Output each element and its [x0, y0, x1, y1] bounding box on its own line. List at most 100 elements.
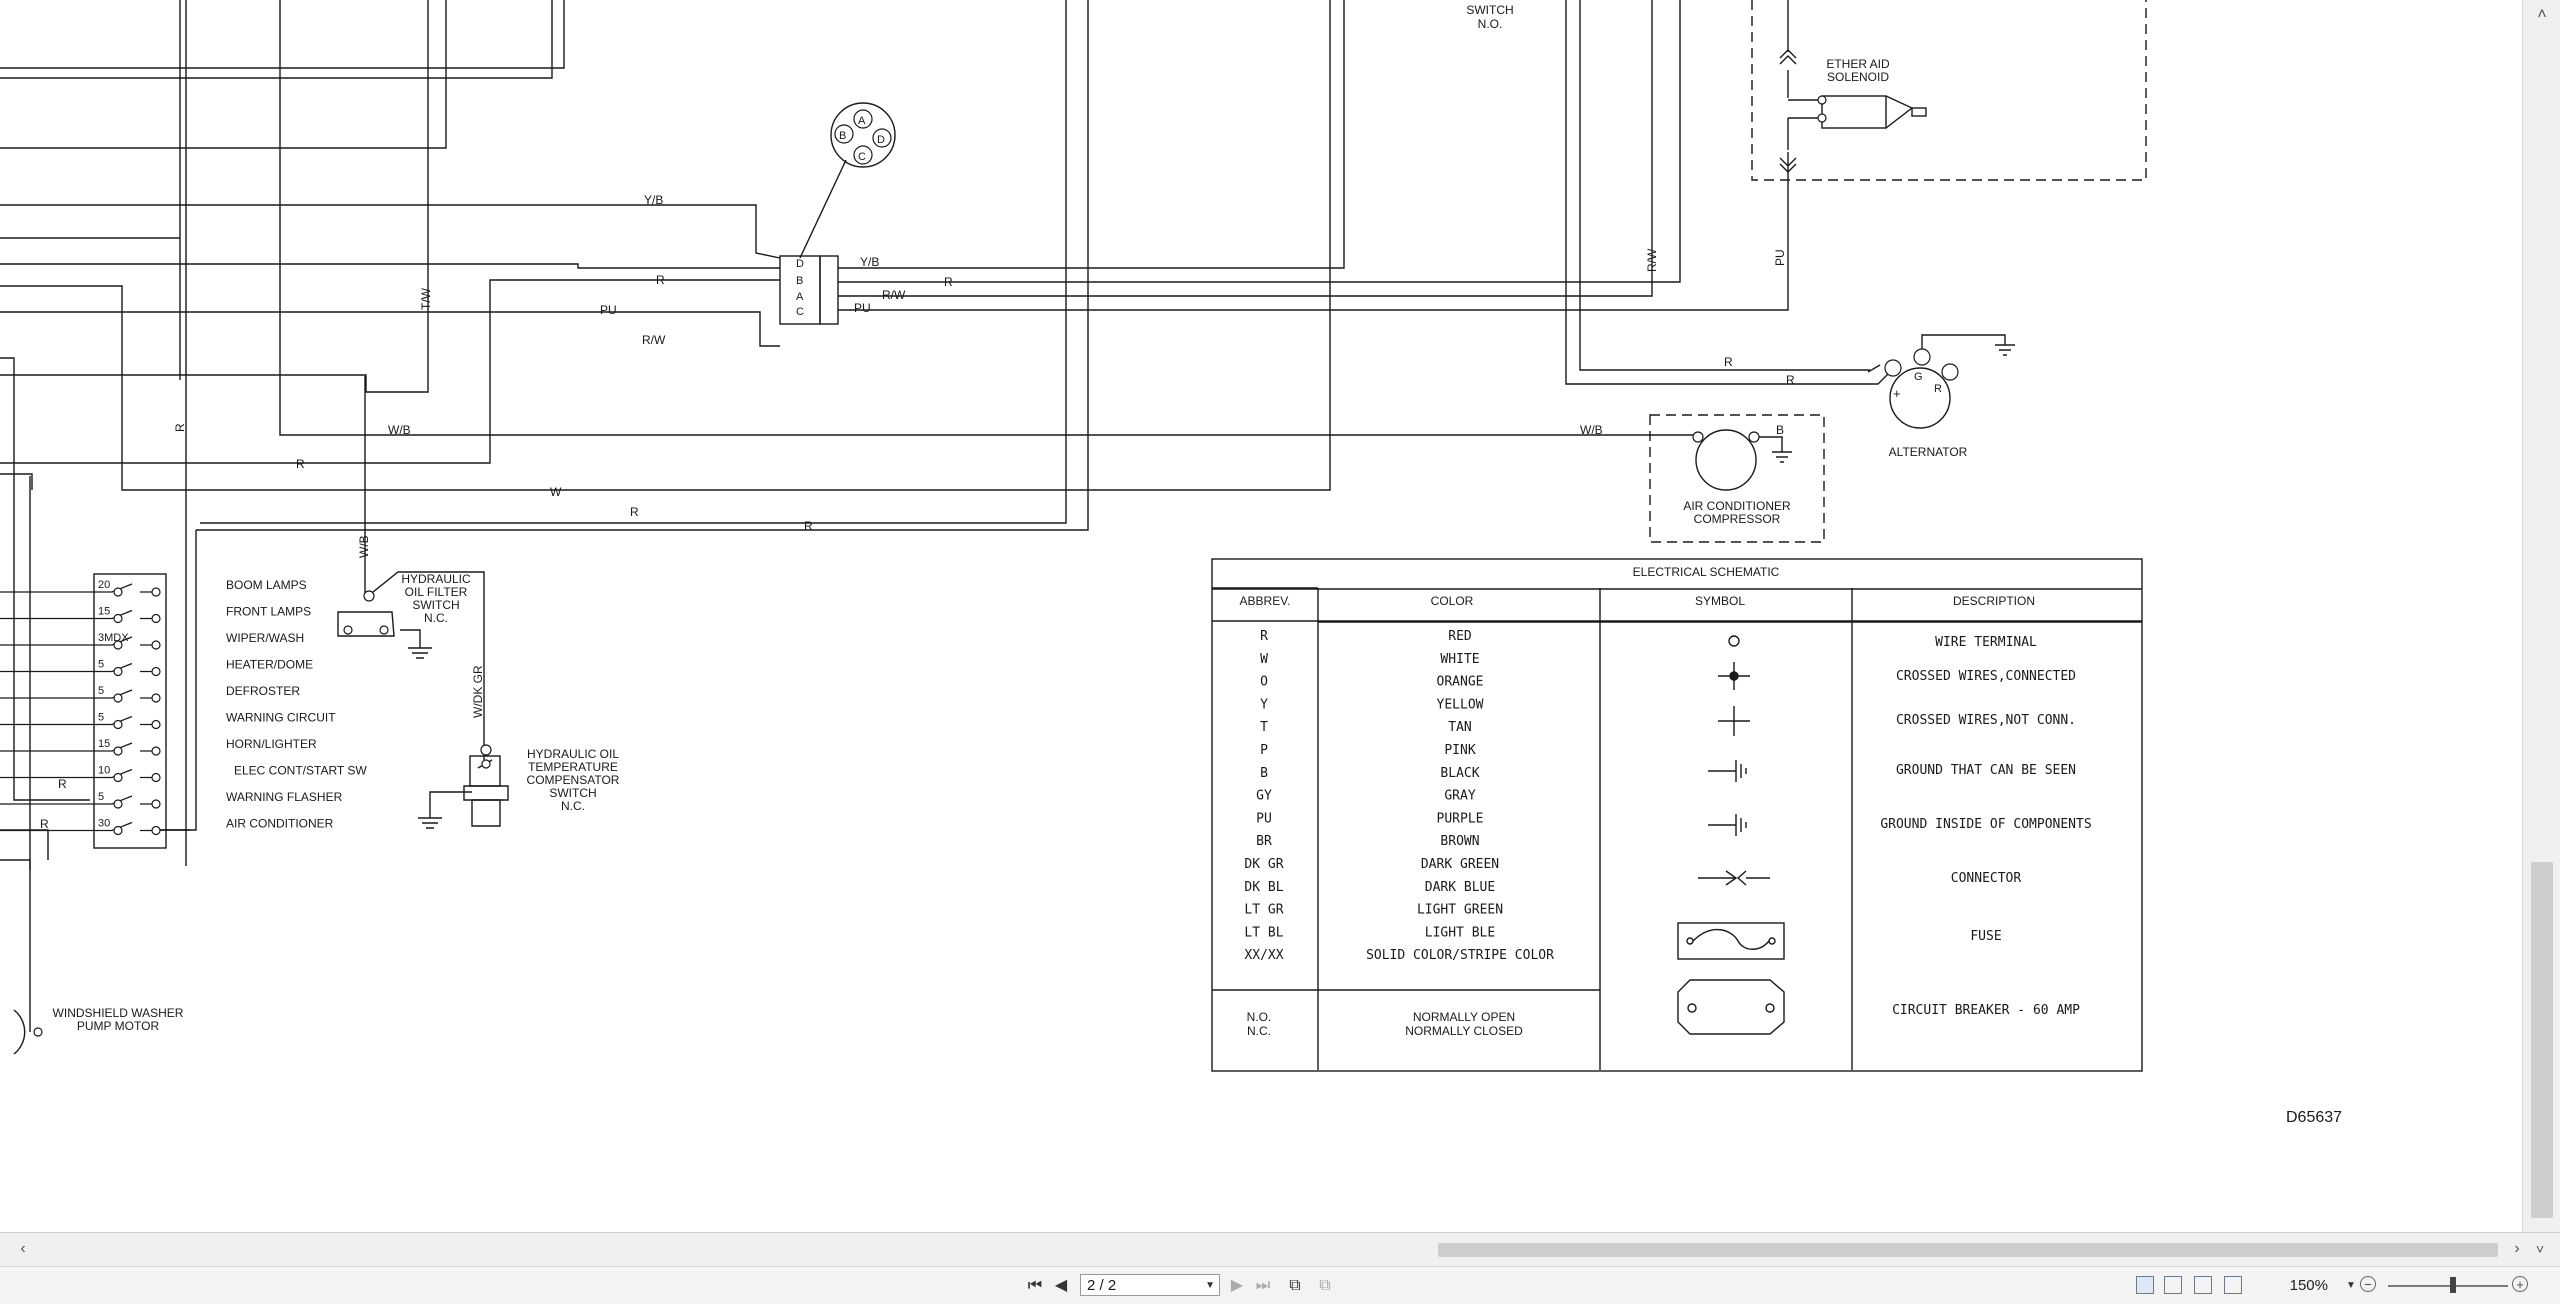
hyd-temp-label: N.C. — [561, 799, 585, 813]
wire-label: B — [1776, 423, 1784, 437]
fuse-name: ELEC CONT/START SW — [234, 764, 367, 778]
wire-label: R — [296, 457, 305, 471]
round-connector-pin: B — [839, 130, 846, 142]
wire-label: R — [656, 273, 665, 287]
fuse-terminal — [151, 666, 161, 677]
zoom-slider-thumb[interactable] — [2450, 1277, 2456, 1293]
connector-pin: C — [796, 306, 804, 318]
connector-pin: A — [796, 291, 804, 303]
zoom-dropdown-icon[interactable]: ▼ — [2346, 1274, 2360, 1298]
legend-symbol-description: CIRCUIT BREAKER - 60 AMP — [1892, 1003, 2080, 1018]
legend-state-meaning: NORMALLY OPEN — [1413, 1010, 1515, 1024]
legend-color-list: R RED W WHITE O ORANGE Y YELLOW T TAN P PINK B BLACK G… — [1244, 629, 1554, 963]
scroll-right-icon[interactable]: › — [2508, 1239, 2526, 1259]
legend-color-name: BROWN — [1440, 834, 1479, 849]
legend-color-abbrev: P — [1260, 743, 1268, 758]
fuse-link — [0, 689, 160, 699]
last-page-icon[interactable]: ⏭ — [1250, 1274, 1276, 1298]
hyd-temp-label: TEMPERATURE — [528, 760, 618, 774]
fuse-name: HEATER/DOME — [226, 658, 313, 672]
alternator-terminal: + — [1893, 386, 1901, 401]
fuse-block: 20 BOOM LAMPS 15 FRONT LAMPS 3MDX WIPER/WASH 5… — [0, 578, 367, 836]
wire-label: R — [1786, 373, 1795, 387]
wire-label: W/B — [357, 535, 371, 558]
vertical-scrollbar[interactable]: ˄ — [2522, 0, 2560, 1232]
zoom-out-icon[interactable]: − — [2360, 1276, 2376, 1292]
legend-color-abbrev: GY — [1256, 789, 1272, 804]
wire-label: PU — [854, 301, 871, 315]
legend-header-color: COLOR — [1431, 594, 1474, 608]
fuse-terminal — [113, 693, 123, 703]
wire-label: Y/B — [860, 255, 879, 269]
previous-view-icon[interactable]: ⧉ — [1282, 1274, 1308, 1298]
fuse-terminal — [113, 613, 123, 624]
wire-label: R — [630, 505, 639, 519]
zoom-level[interactable]: 150% — [2278, 1274, 2328, 1298]
fuse-name: WARNING FLASHER — [226, 790, 343, 804]
fuse-terminal — [113, 666, 123, 677]
scroll-left-icon[interactable]: ‹ — [14, 1239, 32, 1259]
fuse-terminal — [113, 746, 123, 756]
zoom-slider-track[interactable] — [2388, 1285, 2508, 1287]
facing-view-icon[interactable] — [2194, 1276, 2212, 1294]
zoom-in-icon[interactable]: + — [2512, 1276, 2528, 1292]
legend-symbol-description: FUSE — [1970, 929, 2001, 944]
continuous-facing-view-icon[interactable] — [2224, 1276, 2242, 1294]
scroll-up-icon[interactable]: ˄ — [2531, 4, 2553, 26]
scroll-down-icon[interactable]: ˅ — [2530, 1239, 2550, 1259]
first-page-icon[interactable]: ⏮ — [1022, 1274, 1048, 1298]
connector-pin: B — [796, 275, 803, 287]
legend-color-name: PURPLE — [1437, 811, 1484, 826]
legend-color-abbrev: XX/XX — [1244, 948, 1283, 963]
page-dropdown-icon[interactable]: ▼ — [1205, 1275, 1215, 1297]
fuse-link — [0, 583, 160, 593]
fuse-terminal — [151, 613, 161, 624]
fuse-name: DEFROSTER — [226, 684, 300, 698]
hyd-temp-label: COMPENSATOR — [527, 773, 620, 787]
single-page-view-icon[interactable] — [2136, 1276, 2154, 1294]
wire-terminal-icon — [1728, 635, 1740, 647]
round-connector-pin: D — [877, 134, 885, 146]
legend-color-abbrev: PU — [1256, 811, 1272, 826]
wire-label: PU — [1773, 249, 1787, 266]
horizontal-scrollbar[interactable]: ‹ › ˅ — [0, 1232, 2560, 1267]
fuse-amp: 3MDX — [98, 632, 129, 644]
ac-compressor-label: COMPRESSOR — [1694, 512, 1781, 526]
wire-label: W/DK GR — [471, 665, 485, 718]
alternator-terminal: G — [1914, 371, 1923, 383]
vertical-scroll-thumb[interactable] — [2531, 862, 2553, 1218]
ground-visible-icon — [1708, 760, 1747, 782]
legend-state-meaning: NORMALLY CLOSED — [1405, 1024, 1523, 1038]
wire-label: R/W — [1645, 248, 1659, 272]
fuse-link — [0, 636, 160, 646]
legend-color-abbrev: T — [1260, 720, 1268, 735]
wire-label: R — [173, 423, 187, 432]
fuse-terminal — [151, 587, 161, 597]
drawing-number: D65637 — [2286, 1109, 2342, 1126]
round-connector-pin: A — [858, 115, 866, 127]
legend-symbol-description: GROUND INSIDE OF COMPONENTS — [1880, 817, 2091, 832]
fuse-name: WIPER/WASH — [226, 631, 304, 645]
continuous-view-icon[interactable] — [2164, 1276, 2182, 1294]
round-connector-pin: C — [858, 151, 866, 163]
legend-color-name: ORANGE — [1437, 675, 1484, 690]
legend-header-abbrev: ABBREV. — [1240, 594, 1291, 608]
legend-color-abbrev: R — [1260, 629, 1268, 644]
fuse-link — [0, 609, 160, 620]
electrical-schematic: D B A C A B D C G R + SWITCH N.O. ETHER … — [0, 0, 2342, 1126]
fuse-link — [0, 768, 160, 779]
legend-color-abbrev: DK GR — [1244, 857, 1283, 872]
wire-label: Y/B — [644, 193, 663, 207]
horizontal-scroll-thumb[interactable] — [1438, 1243, 2498, 1257]
next-view-icon[interactable]: ⧉ — [1312, 1274, 1338, 1298]
legend-color-name: YELLOW — [1437, 697, 1484, 712]
fuse-terminal — [113, 825, 123, 836]
previous-page-icon[interactable]: ◀ — [1048, 1274, 1074, 1298]
legend-color-name: LIGHT BLE — [1425, 925, 1495, 940]
ground-inside-icon — [1708, 814, 1747, 836]
page-number-input[interactable]: 2 / 2 ▼ — [1080, 1274, 1220, 1296]
legend-symbol-list: WIRE TERMINAL CROSSED WIRES,CONNECTED CROS… — [1880, 635, 2091, 1018]
fuse-name: FRONT LAMPS — [226, 605, 311, 619]
next-page-icon[interactable]: ▶ — [1224, 1274, 1250, 1298]
hyd-filter-label: SWITCH — [412, 598, 459, 612]
